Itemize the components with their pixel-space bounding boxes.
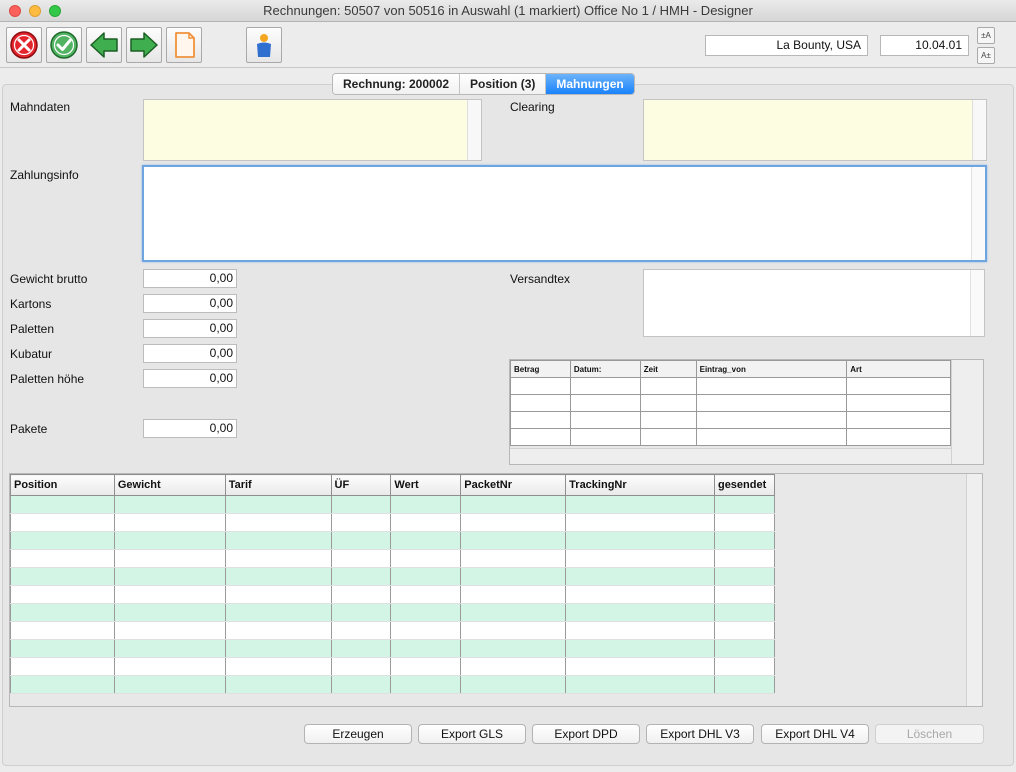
table-row[interactable] (10, 603, 776, 622)
accept-button[interactable] (46, 27, 82, 63)
export-gls-button[interactable]: Export GLS (418, 724, 526, 744)
tab-rechnung[interactable]: Rechnung: 200002 (333, 74, 461, 94)
window-title: Rechnungen: 50507 von 50516 in Auswahl (… (263, 3, 753, 18)
packages-col-uef[interactable]: ÜF (330, 474, 392, 496)
packages-header-row: Position Gewicht Tarif ÜF Wert PacketNr … (10, 474, 776, 496)
payments-col-art[interactable]: Art (846, 360, 951, 378)
kartons-label: Kartons (10, 297, 52, 311)
minimize-window-button[interactable] (29, 5, 41, 17)
cancel-icon (10, 31, 38, 59)
user-icon (257, 34, 271, 57)
table-row[interactable] (10, 639, 776, 658)
table-row[interactable] (510, 428, 951, 446)
packages-col-packetnr[interactable]: PacketNr (460, 474, 567, 496)
tab-position[interactable]: Position (3) (460, 74, 547, 94)
clearing-scrollbar[interactable] (972, 100, 986, 160)
loeschen-button[interactable]: Löschen (875, 724, 984, 744)
table-row[interactable] (510, 394, 951, 412)
versandtex-scrollbar[interactable] (970, 270, 984, 336)
payments-col-eintrag-von[interactable]: Eintrag_von (695, 360, 848, 378)
font-smaller-button[interactable]: A± (977, 47, 995, 64)
user-button[interactable] (246, 27, 282, 63)
payments-header-row: Betrag Datum: Zeit Eintrag_von Art (510, 360, 951, 378)
payments-col-betrag[interactable]: Betrag (510, 360, 571, 378)
paletten-field[interactable]: 0,00 (143, 319, 237, 338)
erzeugen-button[interactable]: Erzeugen (304, 724, 412, 744)
paletten-hoehe-label: Paletten höhe (10, 372, 85, 386)
table-row[interactable] (510, 411, 951, 429)
tab-bar: Rechnung: 200002 Position (3) Mahnungen (332, 73, 635, 95)
kartons-field[interactable]: 0,00 (143, 294, 237, 313)
close-window-button[interactable] (9, 5, 21, 17)
table-row[interactable] (10, 531, 776, 550)
kubatur-label: Kubatur (10, 347, 53, 361)
versandtex-label: Versandtex (510, 272, 571, 286)
export-dhl-v4-button[interactable]: Export DHL V4 (761, 724, 869, 744)
paletten-label: Paletten (10, 322, 55, 336)
payments-col-zeit[interactable]: Zeit (639, 360, 697, 378)
zahlungsinfo-field[interactable] (142, 165, 987, 262)
export-dpd-button[interactable]: Export DPD (532, 724, 640, 744)
table-row[interactable] (10, 495, 776, 514)
customer-field[interactable]: La Bounty, USA (705, 35, 868, 56)
gewicht-brutto-field[interactable]: 0,00 (143, 269, 237, 288)
payments-col-datum[interactable]: Datum: (569, 360, 641, 378)
document-icon (175, 32, 195, 58)
zahlungsinfo-scrollbar[interactable] (971, 167, 985, 260)
packages-col-tarif[interactable]: Tarif (224, 474, 332, 496)
versandtex-field[interactable] (643, 269, 985, 337)
packages-col-gesendet[interactable]: gesendet (713, 474, 776, 496)
paletten-hoehe-field[interactable]: 0,00 (143, 369, 237, 388)
mahndaten-label: Mahndaten (10, 100, 71, 114)
table-row[interactable] (510, 377, 951, 395)
export-dhl-v3-button[interactable]: Export DHL V3 (646, 724, 754, 744)
table-row[interactable] (10, 567, 776, 586)
packages-col-wert[interactable]: Wert (390, 474, 462, 496)
payments-vertical-scrollbar[interactable] (951, 360, 983, 464)
tab-mahnungen[interactable]: Mahnungen (546, 74, 634, 94)
packages-col-position[interactable]: Position (10, 474, 115, 496)
clearing-field[interactable] (643, 99, 987, 161)
mahndaten-scrollbar[interactable] (467, 100, 481, 160)
next-icon (130, 32, 158, 58)
table-row[interactable] (10, 675, 776, 694)
table-row[interactable] (10, 621, 776, 640)
next-record-button[interactable] (126, 27, 162, 63)
packages-col-trackingnr[interactable]: TrackingNr (565, 474, 715, 496)
zoom-window-button[interactable] (49, 5, 61, 17)
gewicht-brutto-label: Gewicht brutto (10, 272, 88, 286)
kubatur-field[interactable]: 0,00 (143, 344, 237, 363)
payments-table: Betrag Datum: Zeit Eintrag_von Art (509, 359, 984, 465)
title-bar: Rechnungen: 50507 von 50516 in Auswahl (… (0, 0, 1016, 22)
zahlungsinfo-label: Zahlungsinfo (10, 168, 79, 182)
table-row[interactable] (10, 549, 776, 568)
table-row[interactable] (10, 585, 776, 604)
packages-vertical-scrollbar[interactable] (966, 474, 982, 706)
mahndaten-field[interactable] (143, 99, 482, 161)
toolbar: La Bounty, USA 10.04.01 ±A A± (0, 22, 1016, 68)
clearing-label: Clearing (510, 100, 555, 114)
new-document-button[interactable] (166, 27, 202, 63)
cancel-button[interactable] (6, 27, 42, 63)
accept-icon (50, 31, 78, 59)
font-larger-button[interactable]: ±A (977, 27, 995, 44)
pakete-field[interactable]: 0,00 (143, 419, 237, 438)
table-row[interactable] (10, 657, 776, 676)
table-row[interactable] (10, 513, 776, 532)
packages-col-gewicht[interactable]: Gewicht (113, 474, 226, 496)
pakete-label: Pakete (10, 422, 48, 436)
app-window: Rechnungen: 50507 von 50516 in Auswahl (… (0, 0, 1016, 772)
packages-table: Position Gewicht Tarif ÜF Wert PacketNr … (9, 473, 983, 707)
date-field[interactable]: 10.04.01 (880, 35, 969, 56)
previous-icon (90, 32, 118, 58)
previous-record-button[interactable] (86, 27, 122, 63)
payments-horizontal-scrollbar[interactable] (510, 448, 951, 464)
